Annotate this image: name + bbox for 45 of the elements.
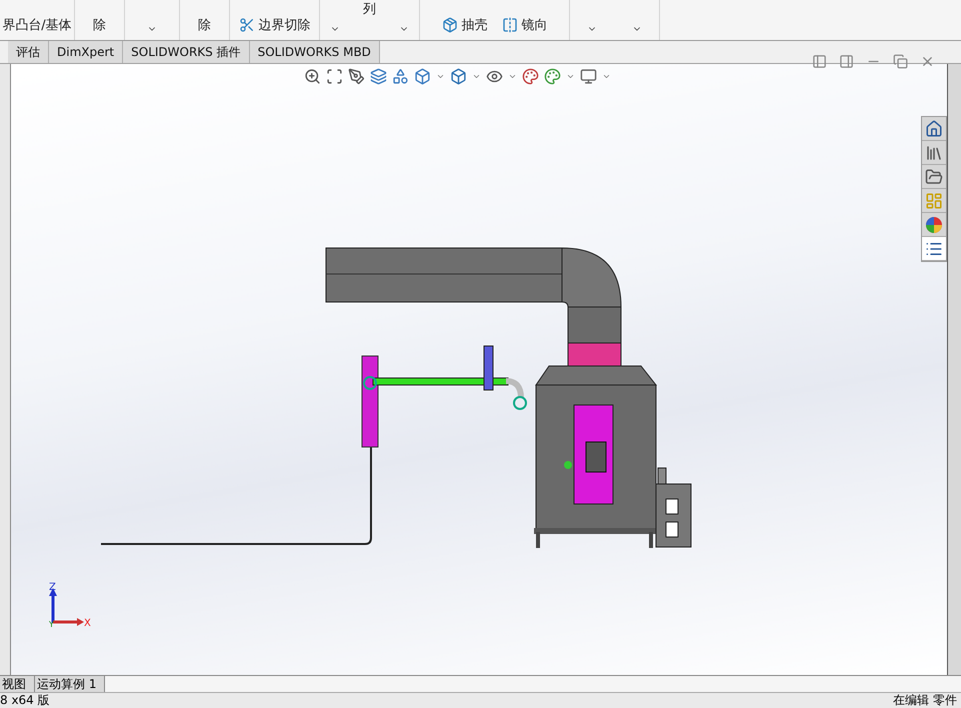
ribbon-label[interactable]: 除 [198, 16, 211, 34]
ribbon-tab[interactable]: 评估 [8, 41, 49, 63]
folder-icon[interactable] [925, 168, 943, 186]
ribbon-tool-button[interactable]: 抽壳 [442, 16, 488, 34]
monitor-icon[interactable] [580, 68, 597, 85]
axis-label: Y [49, 620, 54, 629]
ribbon-tool-button[interactable]: 镜向 [502, 16, 548, 34]
ribbon-tab[interactable]: SOLIDWORKS 插件 [123, 41, 250, 63]
ribbon-tab[interactable]: SOLIDWORKS MBD [250, 41, 380, 63]
ribbon-label[interactable]: 界凸台/基体 [2, 16, 72, 34]
ribbon-tool-button[interactable]: 边界切除 [238, 16, 310, 34]
ribbon-label[interactable]: 列 [362, 0, 376, 18]
view-tab[interactable]: 运动算例 1 [35, 676, 106, 692]
caret-icon[interactable] [602, 72, 611, 81]
mirror-icon [502, 17, 518, 33]
books-icon[interactable] [925, 144, 943, 162]
palette-icon[interactable] [522, 68, 539, 85]
restore-icon[interactable] [893, 54, 908, 69]
caret-icon[interactable] [566, 72, 575, 81]
home-icon[interactable] [925, 120, 943, 138]
scissors-icon [238, 17, 254, 33]
caret-icon[interactable] [472, 72, 481, 81]
cube-icon[interactable] [450, 68, 467, 85]
layers-icon[interactable] [370, 68, 387, 85]
ribbon-label[interactable]: 除 [93, 16, 106, 34]
axis-triad-drawing [49, 588, 84, 626]
color-wheel-icon[interactable] [926, 216, 942, 232]
status-text: 8 x64 版 [0, 693, 50, 708]
panel-right-icon[interactable] [839, 54, 854, 69]
palette-icon[interactable] [544, 68, 561, 85]
axis-label: X [84, 618, 91, 629]
zoom-icon[interactable] [304, 68, 321, 85]
cube-icon[interactable] [414, 68, 431, 85]
box-icon [442, 17, 458, 33]
caret-icon[interactable] [508, 72, 517, 81]
shapes-icon[interactable] [392, 68, 409, 85]
close-icon[interactable] [920, 54, 935, 69]
pen-icon[interactable] [348, 68, 365, 85]
ribbon-tab[interactable]: DimXpert [49, 41, 124, 63]
eye-icon[interactable] [486, 68, 503, 85]
view-tab[interactable]: 视图 [0, 676, 35, 692]
status-text: 在编辑 零件 [893, 693, 957, 708]
caret-icon[interactable] [436, 72, 445, 81]
zoom-area-icon[interactable] [326, 68, 343, 85]
panel-left-icon[interactable] [812, 54, 827, 69]
